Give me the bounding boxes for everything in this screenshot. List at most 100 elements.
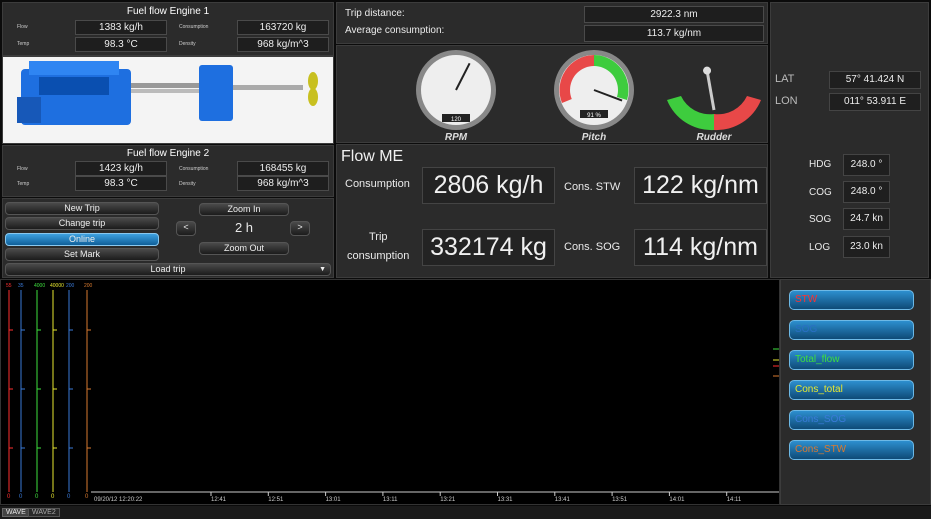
hdg-label: HDG xyxy=(809,159,832,170)
sog-label: SOG xyxy=(809,214,832,225)
engine1-temp-label: Temp xyxy=(17,41,30,47)
engine-illustration-panel xyxy=(2,56,334,144)
trace-button-cons-stw[interactable]: Cons_STW xyxy=(789,440,914,460)
avg-consumption-label: Average consumption: xyxy=(345,25,445,36)
sog-value: 24.7 kn xyxy=(843,208,890,230)
engine1-flow-label: Flow xyxy=(17,24,28,30)
engine2-panel: Fuel flow Engine 2 Flow 1423 kg/h Temp 9… xyxy=(2,145,334,197)
rudder-gauge: Rudder xyxy=(667,66,761,143)
rpm-gauge: 120 RPM xyxy=(416,50,496,143)
trace-legend-panel: STW SOG Total_flow Cons_total Cons_SOG C… xyxy=(780,279,931,505)
online-button[interactable]: Online xyxy=(5,233,159,246)
trend-chart[interactable]: 55 0 35 0 4000 0 40000 0 200 0 200 0 09/20/12 12:20:… xyxy=(0,279,780,505)
trace-button-stw[interactable]: STW xyxy=(789,290,914,310)
lat-value: 57° 41.424 N xyxy=(829,71,921,89)
next-button[interactable]: > xyxy=(290,221,310,236)
tab-bar: WAVE WAVE2 xyxy=(0,506,931,519)
engine1-consumption-label: Consumption xyxy=(179,24,209,30)
trip-consumption-value: 332174 kg xyxy=(422,229,555,266)
cons-sog-value: 114 kg/nm xyxy=(634,229,767,266)
lon-value: 011° 53.911 E xyxy=(829,93,921,111)
axis-zero-label-2: 0 xyxy=(35,494,39,500)
x-tick-label-7: 13:51 xyxy=(612,497,628,503)
axis-top-label-1: 35 xyxy=(18,283,24,289)
x-start-label: 09/20/12 12:20:22 xyxy=(94,497,143,503)
hdg-value: 248.0 ° xyxy=(843,154,890,176)
trip-consumption-label-2: consumption xyxy=(347,250,410,262)
trace-button-cons-total[interactable]: Cons_total xyxy=(789,380,914,400)
engine1-flow-value: 1383 kg/h xyxy=(75,20,167,35)
lon-label: LON xyxy=(775,95,798,107)
trip-distance-value: 2922.3 nm xyxy=(584,6,764,23)
trace-button-cons-sog[interactable]: Cons_SOG xyxy=(789,410,914,430)
axis-zero-label-0: 0 xyxy=(7,494,11,500)
cons-stw-label: Cons. STW xyxy=(564,181,621,193)
cons-sog-label: Cons. SOG xyxy=(564,241,621,253)
engine-shaft-illustration xyxy=(17,61,318,125)
trace-button-total-flow[interactable]: Total_flow xyxy=(789,350,914,370)
engine2-title: Fuel flow Engine 2 xyxy=(126,148,210,159)
new-trip-button[interactable]: New Trip xyxy=(5,202,159,215)
x-tick-label-9: 14:11 xyxy=(727,497,742,503)
rpm-value: 120 xyxy=(451,117,462,123)
zoom-out-button[interactable]: Zoom Out xyxy=(199,242,289,255)
trip-consumption-label-1: Trip xyxy=(369,231,388,243)
axis-top-label-4: 200 xyxy=(66,283,75,289)
axis-top-label-2: 4000 xyxy=(34,283,45,289)
trip-info-panel: Trip distance: 2922.3 nm Average consump… xyxy=(336,2,768,44)
x-tick-label-6: 13:41 xyxy=(555,497,571,503)
log-value: 23.0 kn xyxy=(843,236,890,258)
chevron-down-icon: ▼ xyxy=(319,266,326,273)
tab-wave[interactable]: WAVE xyxy=(2,508,30,517)
load-trip-label: Load trip xyxy=(150,264,186,274)
position-panel: LAT 57° 41.424 N LON 011° 53.911 E HDG 2… xyxy=(770,2,929,278)
engine2-flow-label: Flow xyxy=(17,166,28,172)
change-trip-button[interactable]: Change trip xyxy=(5,217,159,230)
rudder-label: Rudder xyxy=(697,132,733,143)
x-tick-label-4: 13:21 xyxy=(440,497,456,503)
pitch-gauge: 91 % Pitch xyxy=(554,50,634,143)
engine1-consumption-value: 163720 kg xyxy=(237,20,329,35)
axis-zero-label-5: 0 xyxy=(85,494,89,500)
x-tick-label-3: 13:11 xyxy=(383,497,398,503)
engine2-density-label: Density xyxy=(179,181,196,187)
prev-button[interactable]: < xyxy=(176,221,196,236)
load-trip-dropdown[interactable]: Load trip ▼ xyxy=(5,263,331,276)
engine2-temp-label: Temp xyxy=(17,181,30,187)
axis-zero-label-3: 0 xyxy=(51,494,55,500)
x-tick-label-1: 12:51 xyxy=(268,497,284,503)
pitch-label: Pitch xyxy=(582,132,606,143)
trace-button-sog[interactable]: SOG xyxy=(789,320,914,340)
set-mark-button[interactable]: Set Mark xyxy=(5,248,159,261)
flow-me-title: Flow ME xyxy=(341,148,404,165)
engine2-temp-value: 98.3 °C xyxy=(75,176,167,191)
engine2-consumption-value: 168455 kg xyxy=(237,161,329,176)
engine1-density-value: 968 kg/m^3 xyxy=(237,37,329,52)
engine1-temp-value: 98.3 °C xyxy=(75,37,167,52)
engine2-density-value: 968 kg/m^3 xyxy=(237,176,329,191)
pitch-value: 91 % xyxy=(587,113,601,119)
engine1-title: Fuel flow Engine 1 xyxy=(126,6,210,17)
tab-wave2[interactable]: WAVE2 xyxy=(28,508,60,517)
engine2-flow-value: 1423 kg/h xyxy=(75,161,167,176)
log-label: LOG xyxy=(809,242,831,253)
axis-zero-label-1: 0 xyxy=(19,494,23,500)
x-tick-label-5: 13:31 xyxy=(498,497,514,503)
flow-me-panel: Flow ME Consumption 2806 kg/h Cons. STW … xyxy=(336,144,768,278)
x-tick-label-0: 12:41 xyxy=(211,497,227,503)
cog-value: 248.0 ° xyxy=(843,181,890,203)
engine1-density-label: Density xyxy=(179,41,196,47)
trip-distance-label: Trip distance: xyxy=(345,8,405,19)
consumption-value: 2806 kg/h xyxy=(422,167,555,204)
engine2-consumption-label: Consumption xyxy=(179,166,209,172)
consumption-label: Consumption xyxy=(345,178,410,190)
trend-chart-svg: 5503504000040000020002000 09/20/12 12:20:… xyxy=(6,283,779,503)
axis-top-label-0: 55 xyxy=(6,283,12,289)
zoom-in-button[interactable]: Zoom In xyxy=(199,203,289,216)
axis-top-label-5: 200 xyxy=(84,283,93,289)
engine1-panel: Fuel flow Engine 1 Flow 1383 kg/h Temp 9… xyxy=(2,2,334,56)
lat-label: LAT xyxy=(775,73,795,85)
axis-top-label-3: 40000 xyxy=(50,283,64,289)
x-tick-label-8: 14:01 xyxy=(669,497,685,503)
trip-controls-panel: New Trip Change trip Online Set Mark Zoo… xyxy=(2,198,334,278)
